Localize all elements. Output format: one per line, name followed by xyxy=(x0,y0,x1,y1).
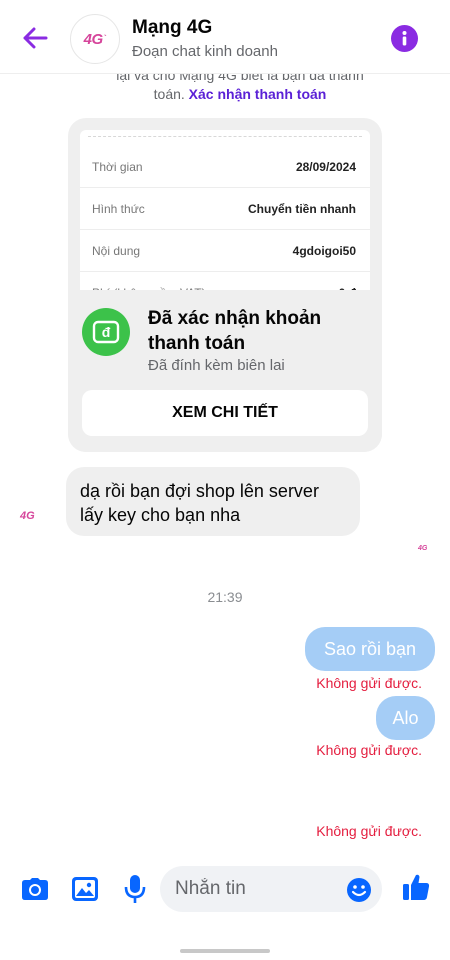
gallery-icon[interactable] xyxy=(70,874,100,904)
thumbs-up-icon[interactable] xyxy=(401,872,431,902)
payment-status: đ Đã xác nhận khoản thanh toán Đã đính k… xyxy=(68,290,382,452)
confirm-payment-link[interactable]: Xác nhận thanh toán xyxy=(189,86,327,102)
receipt-value: 4gdoigoi50 xyxy=(292,244,356,258)
contact-subtitle: Đoạn chat kinh doanh xyxy=(132,43,278,60)
send-failed-label[interactable]: Không gửi được. xyxy=(316,675,422,691)
view-details-button[interactable]: XEM CHI TIẾT xyxy=(82,390,368,436)
contact-avatar[interactable]: 4G◔ xyxy=(70,14,120,64)
payment-status-subtitle: Đã đính kèm biên lai xyxy=(148,357,285,374)
receipt-value: Chuyển tiền nhanh xyxy=(248,202,356,216)
receipt-row: Thời gian 28/09/2024 xyxy=(80,146,370,188)
microphone-icon[interactable] xyxy=(120,874,150,904)
sender-avatar[interactable]: 4G xyxy=(20,510,35,522)
receipt-row: Hình thức Chuyển tiền nhanh xyxy=(80,188,370,230)
send-failed-label[interactable]: Không gửi được. xyxy=(316,742,422,758)
payment-status-title: Đã xác nhận khoản thanh toán xyxy=(148,308,322,354)
camera-icon[interactable] xyxy=(20,874,50,904)
payment-icon: đ xyxy=(82,308,130,356)
svg-text:đ: đ xyxy=(102,324,111,340)
back-arrow-icon[interactable] xyxy=(18,22,52,54)
incoming-message[interactable]: dạ rồi bạn đợi shop lên server lấy key c… xyxy=(66,467,360,536)
outgoing-message[interactable]: Alo xyxy=(376,696,435,740)
receipt-value: 28/09/2024 xyxy=(295,160,356,174)
info-icon[interactable] xyxy=(391,25,418,52)
home-indicator[interactable] xyxy=(180,949,270,953)
chat-header: 4G◔ Mạng 4G Đoạn chat kinh doanh xyxy=(0,0,450,74)
receipt-divider xyxy=(88,136,362,137)
receipt-label: Thời gian xyxy=(92,160,143,174)
emoji-icon[interactable] xyxy=(346,877,372,903)
seen-indicator-avatar: 4G xyxy=(418,545,428,552)
receipt-preview: Thời gian 28/09/2024 Hình thức Chuyển ti… xyxy=(80,130,370,298)
receipt-row: Nội dung 4gdoigoi50 xyxy=(80,230,370,272)
message-timestamp: 21:39 xyxy=(207,589,243,605)
outgoing-message[interactable]: Sao rồi bạn xyxy=(305,627,435,671)
send-failed-label[interactable]: Không gửi được. xyxy=(316,823,422,839)
receipt-label: Hình thức xyxy=(92,202,145,216)
receipt-label: Nội dung xyxy=(92,244,141,258)
payment-confirmation-card: Thời gian 28/09/2024 Hình thức Chuyển ti… xyxy=(68,118,382,452)
contact-name[interactable]: Mạng 4G xyxy=(132,17,212,39)
avatar-logo: 4G◔ xyxy=(83,30,107,48)
message-composer xyxy=(0,860,450,920)
